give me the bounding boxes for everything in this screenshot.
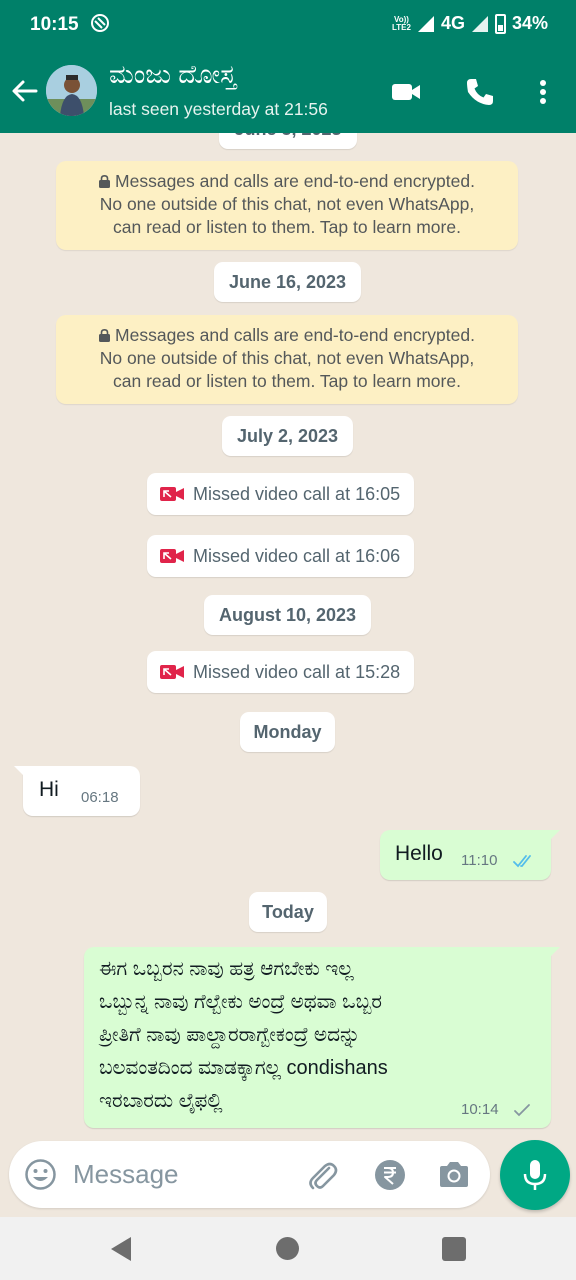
message-time: 06:18 xyxy=(81,789,119,806)
more-options-icon[interactable] xyxy=(527,76,559,108)
date-chip-today: Today xyxy=(249,892,327,932)
read-double-tick-icon xyxy=(513,855,531,868)
outgoing-message-bubble-long[interactable]: ಈಗ ಒಬ್ಬರನ ನಾವು ಹತ್ರ ಆಗಬೇಕು ಇಲ್ಲ ಒಬ್ಬುನ್ನ… xyxy=(84,947,560,1128)
date-chip-aug10: August 10, 2023 xyxy=(204,595,371,635)
message-input[interactable] xyxy=(73,1153,293,1195)
avatar[interactable] xyxy=(46,65,97,116)
date-chip-partial: June 5, 2023 xyxy=(219,133,357,149)
signal-icon-2 xyxy=(471,15,488,32)
encryption-line-2: No one outside of this chat, not even Wh… xyxy=(99,194,475,214)
lock-icon xyxy=(99,329,111,342)
chat-area[interactable]: June 5, 2023 Messages and calls are end-… xyxy=(0,133,576,1143)
volte-indicator: Vo)) LTE2 xyxy=(391,15,411,32)
missed-call-chip-2[interactable]: Missed video call at 16:06 xyxy=(147,535,415,577)
message-text: Hello xyxy=(395,842,443,865)
encryption-line-1: Messages and calls are end-to-end encryp… xyxy=(64,170,510,193)
missed-call-chip-3[interactable]: Missed video call at 15:28 xyxy=(147,651,415,693)
encryption2-line-1: Messages and calls are end-to-end encryp… xyxy=(64,324,510,347)
video-call-icon[interactable] xyxy=(390,76,422,108)
volte-line2: LTE2 xyxy=(391,22,411,32)
message-time: 11:10 xyxy=(461,852,498,869)
back-arrow-icon[interactable] xyxy=(10,76,40,106)
voice-call-icon[interactable] xyxy=(464,76,496,108)
message-line-2: ಒಬ್ಬುನ್ನ ನಾವು ಗೆಲ್ಬೇಕು ಅಂದ್ರೆ ಅಥವಾ ಒಬ್ಬರ xyxy=(99,991,382,1013)
encryption-line-3: can read or listen to them. Tap to learn… xyxy=(113,217,461,237)
message-line-4: ಬಲವಂತದಿಂದ ಮಾಡಕ್ಕಾಗಲ್ಲ condishans xyxy=(99,1057,388,1079)
microphone-icon xyxy=(523,1160,547,1190)
missed-video-call-icon xyxy=(160,665,184,679)
top-bar: 10:15 Vo)) LTE2 4G 34% ಮಂಜು ದೋಸ್ತ last s… xyxy=(0,0,576,133)
message-text: Hi xyxy=(39,778,59,801)
payment-rupee-icon[interactable] xyxy=(374,1159,406,1191)
attach-icon[interactable] xyxy=(305,1158,339,1192)
network-type: 4G xyxy=(440,13,465,33)
message-text-long: ಈಗ ಒಬ್ಬರನ ನಾವು ಹತ್ರ ಆಗಬೇಕು ಇಲ್ಲ ಒಬ್ಬುನ್ನ… xyxy=(99,953,504,1118)
battery-icon xyxy=(494,13,506,34)
encryption2-line-2: No one outside of this chat, not even Wh… xyxy=(99,348,475,368)
incoming-message-bubble[interactable]: Hi 06:18 xyxy=(14,766,140,816)
date-chip-july2: July 2, 2023 xyxy=(222,416,353,456)
signal-icon xyxy=(417,15,434,32)
status-right-group: Vo)) LTE2 4G 34% xyxy=(392,13,548,34)
status-time: 10:15 xyxy=(30,14,79,35)
outgoing-message-bubble[interactable]: Hello 11:10 xyxy=(380,830,560,880)
chat-header: ಮಂಜು ದೋಸ್ತ last seen yesterday at 21:56 xyxy=(0,50,576,133)
message-composer xyxy=(9,1141,490,1208)
encryption-text-1a: Messages and calls are end-to-end encryp… xyxy=(115,171,475,191)
message-line-5: ಇರಬಾರದು ಲೈಫಲ್ಲಿ xyxy=(99,1090,223,1112)
encryption-notice[interactable]: Messages and calls are end-to-end encryp… xyxy=(56,161,518,250)
message-line-1: ಈಗ ಒಬ್ಬರನ ನಾವು ಹತ್ರ ಆಗಬೇಕು ಇಲ್ಲ xyxy=(99,958,354,980)
missed-call-chip-1[interactable]: Missed video call at 16:05 xyxy=(147,473,415,515)
data-saver-icon xyxy=(91,14,109,32)
nav-home-icon[interactable] xyxy=(276,1237,299,1260)
nav-back-icon[interactable] xyxy=(109,1236,133,1262)
camera-icon[interactable] xyxy=(437,1159,471,1191)
status-bar: 10:15 Vo)) LTE2 4G 34% xyxy=(0,0,576,50)
emoji-icon[interactable] xyxy=(24,1158,57,1191)
nav-recents-icon[interactable] xyxy=(442,1237,466,1261)
last-seen-status[interactable]: last seen yesterday at 21:56 xyxy=(109,99,328,120)
missed-video-call-icon xyxy=(160,549,184,563)
message-line-3: ಪ್ರೀತಿಗೆ ನಾವು ಪಾಲ್ದಾರರಾಗ್ಬೇಕಂದ್ರೆ ಅದನ್ನು xyxy=(99,1024,361,1046)
missed-call-text-2: Missed video call at 16:06 xyxy=(193,546,401,566)
date-chip-june16: June 16, 2023 xyxy=(214,262,361,302)
message-time: 10:14 xyxy=(461,1101,499,1118)
missed-call-text-1: Missed video call at 16:05 xyxy=(193,484,401,504)
missed-video-call-icon xyxy=(160,487,184,501)
lock-icon xyxy=(99,175,111,188)
contact-name[interactable]: ಮಂಜು ದೋಸ್ತ xyxy=(109,59,236,91)
avatar-image xyxy=(46,65,97,116)
encryption-text-2a: Messages and calls are end-to-end encryp… xyxy=(115,325,475,345)
missed-call-text-3: Missed video call at 15:28 xyxy=(193,662,401,682)
encryption-notice-2[interactable]: Messages and calls are end-to-end encryp… xyxy=(56,315,518,404)
voice-record-button[interactable] xyxy=(500,1140,570,1210)
date-chip-monday: Monday xyxy=(240,712,335,752)
system-navigation-bar xyxy=(0,1217,576,1280)
sent-single-tick-icon xyxy=(514,1104,530,1117)
encryption2-line-3: can read or listen to them. Tap to learn… xyxy=(113,371,461,391)
battery-percent: 34% xyxy=(511,13,548,33)
